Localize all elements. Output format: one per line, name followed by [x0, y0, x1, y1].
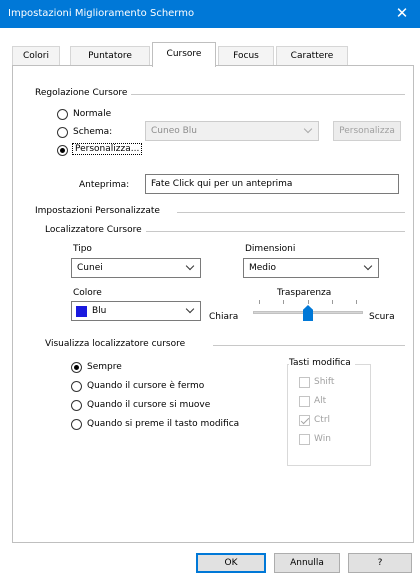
ok-button[interactable]: OK [196, 553, 266, 573]
slider-tick [259, 300, 260, 304]
personalizza-radio-label: Personalizza... [72, 143, 143, 155]
normale-label: Normale [73, 109, 112, 119]
visualizza-group-label: Visualizza localizzatore cursore [45, 339, 190, 349]
tasti-modifica-label: Tasti modifica [289, 358, 355, 368]
schema-radio[interactable] [57, 127, 68, 138]
chevron-down-icon [363, 261, 373, 271]
tab-strip: Colori Puntatore Cursore Focus Carattere [0, 42, 420, 67]
window-title: Impostazioni Miglioramento Schermo [8, 8, 195, 19]
tab-carattere[interactable]: Carattere [276, 46, 348, 66]
cursore-muove-radio[interactable] [71, 400, 82, 411]
chevron-down-icon [185, 304, 195, 314]
dimensioni-select[interactable]: Medio [243, 258, 379, 278]
sempre-label: Sempre [87, 362, 122, 372]
slider-tick [332, 300, 333, 304]
dimensioni-label: Dimensioni [245, 244, 296, 254]
alt-label: Alt [314, 396, 327, 406]
help-button[interactable]: ? [348, 553, 412, 573]
win-checkbox[interactable] [299, 434, 310, 445]
tipo-select-value: Cunei [77, 263, 103, 273]
visualizza-divider [213, 345, 405, 346]
chevron-down-icon [185, 261, 195, 271]
tab-focus[interactable]: Focus [218, 46, 274, 66]
slider-tick [308, 300, 309, 304]
schema-select-value: Cuneo Blu [151, 126, 197, 136]
alt-checkbox[interactable] [299, 396, 310, 407]
slider-tick [356, 300, 357, 304]
personalizza-radio-text: Personalizza... [72, 143, 143, 155]
color-swatch [76, 306, 87, 317]
cursor-settings-panel: Regolazione Cursore Normale Schema: Cune… [12, 65, 414, 543]
trasparenza-label: Trasparenza [277, 288, 332, 298]
regolazione-group-label: Regolazione Cursore [35, 88, 132, 98]
annulla-button[interactable]: Annulla [274, 553, 340, 573]
close-icon[interactable]: ✕ [384, 0, 420, 28]
personalizza-radio[interactable] [57, 145, 68, 156]
colore-label: Colore [73, 288, 102, 298]
tab-colori[interactable]: Colori [12, 46, 60, 66]
shift-checkbox[interactable] [299, 377, 310, 388]
chevron-down-icon [303, 124, 313, 134]
tab-cursore[interactable]: Cursore [152, 42, 216, 67]
cursore-muove-label: Quando il cursore si muove [87, 400, 211, 410]
personalizza-button[interactable]: Personalizza [333, 121, 401, 141]
colore-select[interactable]: Blu [71, 301, 201, 321]
title-bar: Impostazioni Miglioramento Schermo ✕ [0, 0, 420, 28]
ctrl-label: Ctrl [314, 415, 331, 425]
dimensioni-select-value: Medio [249, 263, 277, 273]
win-label: Win [314, 434, 331, 444]
localizzatore-divider [141, 231, 405, 232]
ctrl-checkbox[interactable] [299, 415, 310, 426]
colore-select-value: Blu [92, 306, 107, 316]
cursore-fermo-radio[interactable] [71, 381, 82, 392]
scura-label: Scura [369, 312, 395, 322]
personalizzate-group-label: Impostazioni Personalizzate [35, 206, 164, 216]
slider-thumb[interactable] [303, 305, 313, 321]
tasto-modifica-label: Quando si preme il tasto modifica [87, 419, 240, 429]
tipo-label: Tipo [73, 244, 92, 254]
schema-select[interactable]: Cuneo Blu [145, 121, 319, 141]
tasto-modifica-radio[interactable] [71, 419, 82, 430]
regolazione-divider [111, 94, 405, 95]
sempre-radio[interactable] [71, 362, 82, 373]
tipo-select[interactable]: Cunei [71, 258, 201, 278]
personalizzate-divider [177, 212, 405, 213]
anteprima-field[interactable]: Fate Click qui per un anteprima [145, 174, 399, 194]
anteprima-label: Anteprima: [79, 180, 130, 190]
tab-puntatore[interactable]: Puntatore [70, 46, 150, 66]
trasparenza-slider[interactable] [253, 298, 363, 324]
schema-label: Schema: [73, 127, 113, 137]
slider-tick [283, 300, 284, 304]
anteprima-value: Fate Click qui per un anteprima [151, 179, 293, 189]
normale-radio[interactable] [57, 109, 68, 120]
chiara-label: Chiara [209, 312, 239, 322]
shift-label: Shift [314, 377, 335, 387]
localizzatore-group-label: Localizzatore Cursore [45, 225, 146, 235]
cursore-fermo-label: Quando il cursore è fermo [87, 381, 205, 391]
